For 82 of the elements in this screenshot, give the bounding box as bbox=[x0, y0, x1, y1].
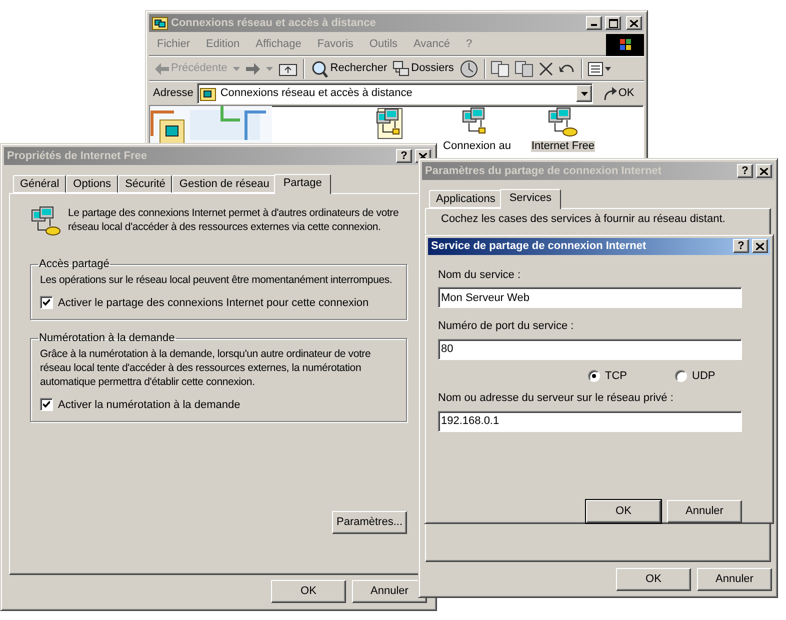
instruction-text: Cochez les cases des services à fournir au réseau distant. bbox=[441, 213, 726, 226]
checkbox-label: Activer le partage des connexions Internet pour cette connexion bbox=[58, 296, 369, 310]
undo-icon bbox=[558, 62, 575, 74]
dropdown-caret-icon bbox=[266, 66, 274, 70]
field-label: Nom du service : bbox=[438, 268, 522, 282]
shared-connection-icon bbox=[30, 206, 62, 238]
go-arrow-icon bbox=[603, 86, 618, 100]
tab[interactable]: Général bbox=[13, 175, 66, 193]
close-icon bbox=[756, 242, 764, 250]
checkbox[interactable] bbox=[40, 296, 53, 310]
dropdown-caret-icon bbox=[233, 66, 240, 70]
up-folder-icon bbox=[279, 62, 298, 76]
checkbox-label: Activer la numérotation à la demande bbox=[58, 398, 240, 412]
close-button[interactable] bbox=[626, 16, 642, 30]
input-field[interactable]: 192.168.0.1 bbox=[438, 410, 742, 432]
close-icon bbox=[760, 168, 768, 174]
close-icon bbox=[419, 152, 427, 160]
tab[interactable]: Partage bbox=[274, 174, 331, 194]
help-button[interactable]: ? bbox=[733, 239, 749, 254]
forward-arrow-icon bbox=[246, 62, 260, 74]
connection-label[interactable]: Internet Free bbox=[530, 141, 596, 152]
dialog-button[interactable]: OK bbox=[271, 580, 346, 603]
folder-network-icon bbox=[152, 16, 168, 30]
group-text: Les opérations sur le réseau local peuvent être momentanément interrompues. bbox=[40, 272, 394, 286]
close-icon bbox=[630, 20, 638, 26]
folders-icon bbox=[393, 60, 410, 76]
check-icon bbox=[43, 299, 50, 306]
checkbox[interactable] bbox=[40, 398, 53, 412]
tab[interactable]: Options bbox=[66, 175, 118, 193]
window-title: Propriétés de Internet Free bbox=[7, 148, 148, 164]
copy-to-icon bbox=[514, 60, 533, 76]
go-button[interactable]: OK bbox=[603, 85, 634, 102]
group-text: Grâce à la numérotation à la demande, lorsqu'un autre ordinateur de votre réseau local tente d'accéder à des ressources externes, la numérotation automatique permettra d'établir cette connexion. bbox=[40, 346, 372, 388]
dialog-button[interactable]: Paramètres... bbox=[332, 511, 407, 534]
connection-icon bbox=[547, 107, 579, 139]
dialog-button[interactable]: Annuler bbox=[667, 500, 742, 522]
maximize-button[interactable] bbox=[605, 16, 621, 30]
dialog-button[interactable]: Annuler bbox=[352, 580, 427, 603]
address-field[interactable]: Connexions réseau et accès à distance bbox=[197, 83, 594, 104]
address-value: Connexions réseau et accès à distance bbox=[220, 86, 414, 102]
history-icon bbox=[460, 60, 478, 78]
toolbar-button[interactable]: Rechercher bbox=[310, 60, 388, 78]
tab[interactable]: Applications bbox=[429, 190, 502, 208]
minimize-icon bbox=[591, 24, 597, 26]
group-title: Accès partagé bbox=[38, 257, 110, 272]
input-field[interactable]: Mon Serveur Web bbox=[438, 287, 742, 308]
toolbar-button[interactable]: Dossiers bbox=[393, 60, 454, 77]
window-title: Connexions réseau et accès à distance bbox=[171, 16, 377, 31]
maximize-icon bbox=[608, 18, 618, 28]
check-icon bbox=[43, 401, 50, 408]
field-label: Numéro de port du service : bbox=[438, 319, 575, 334]
window-title: Service de partage de connexion Internet bbox=[431, 239, 648, 254]
dropdown-caret-icon bbox=[580, 92, 588, 96]
move-to-icon bbox=[490, 60, 509, 76]
input-field[interactable]: 80 bbox=[438, 338, 742, 360]
close-button[interactable] bbox=[756, 164, 772, 178]
radio-label: TCP bbox=[605, 368, 627, 384]
tab[interactable]: Sécurité bbox=[118, 175, 172, 193]
dialog-button[interactable]: Annuler bbox=[697, 568, 772, 591]
windows-logo-icon bbox=[606, 34, 644, 56]
radio-button[interactable] bbox=[675, 370, 687, 382]
tab[interactable]: Services bbox=[500, 189, 561, 209]
field-label: Nom ou adresse du serveur sur le réseau privé : bbox=[438, 391, 674, 406]
search-icon bbox=[310, 60, 328, 78]
tab[interactable]: Gestion de réseau bbox=[172, 175, 276, 193]
address-label: Adresse bbox=[153, 86, 194, 102]
dialog-button[interactable]: OK bbox=[586, 500, 661, 522]
connection-label[interactable]: Connexion au bbox=[442, 141, 512, 152]
views-icon bbox=[588, 62, 612, 76]
description-text: Le partage des connexions Internet permet à d'autres ordinateurs de votre réseau local d'accéder à des ressources externes via cette connexion. bbox=[68, 206, 400, 235]
delete-icon bbox=[538, 62, 553, 76]
dialog-button[interactable]: OK bbox=[616, 568, 691, 591]
close-button[interactable] bbox=[752, 239, 768, 254]
help-button[interactable]: ? bbox=[396, 149, 412, 163]
radio-label: UDP bbox=[692, 368, 716, 384]
help-button[interactable]: ? bbox=[737, 164, 753, 178]
minimize-button[interactable] bbox=[586, 16, 602, 30]
group-title: Numérotation à la demande bbox=[38, 331, 176, 346]
dropdown-button[interactable] bbox=[576, 85, 592, 102]
radio-button[interactable] bbox=[588, 370, 600, 382]
back-arrow-icon bbox=[155, 62, 169, 74]
folder-network-icon bbox=[200, 86, 216, 100]
